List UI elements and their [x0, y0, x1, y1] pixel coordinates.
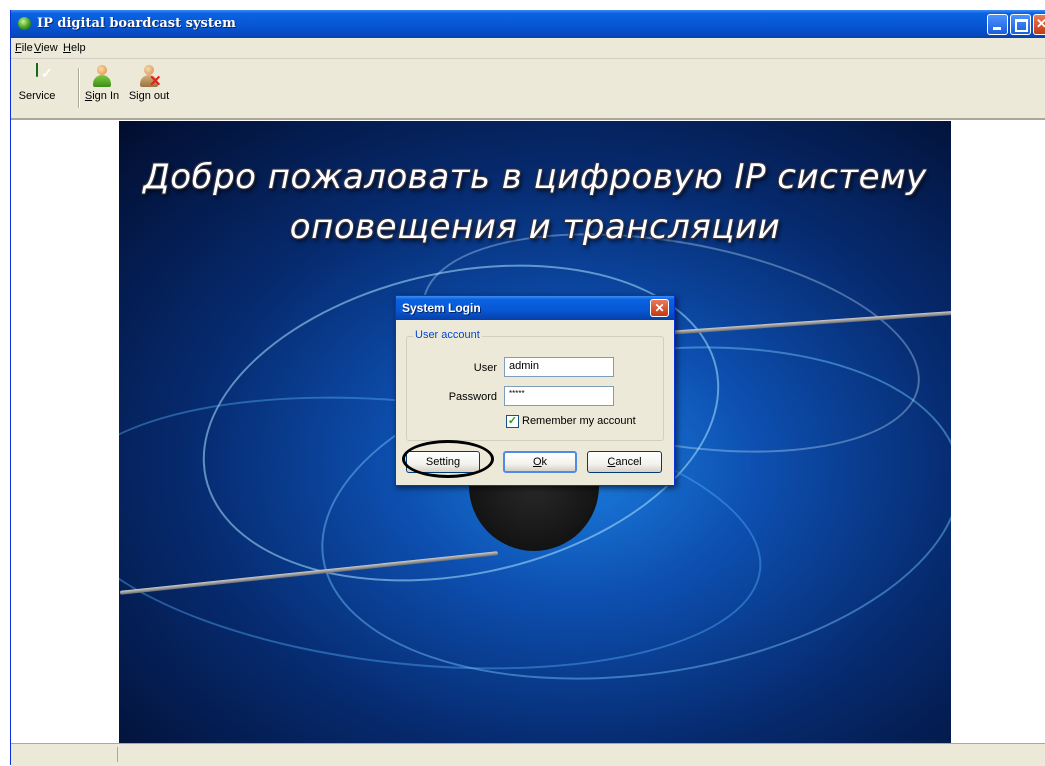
ok-button[interactable]: Ok — [503, 451, 577, 473]
close-button[interactable] — [1033, 14, 1045, 35]
group-label: User account — [413, 329, 482, 341]
title-bar[interactable]: IP digital boardcast system — [11, 10, 1045, 38]
user-label: User — [473, 362, 497, 374]
dialog-close-button[interactable]: ✕ — [650, 299, 669, 317]
window-title: IP digital boardcast system — [37, 16, 236, 31]
user-remove-icon: ✕ — [137, 64, 162, 89]
sign-out-button[interactable]: ✕ Sign out — [124, 64, 174, 102]
menu-help[interactable]: Help — [63, 42, 86, 54]
maximize-button[interactable] — [1010, 14, 1031, 35]
app-icon — [18, 17, 31, 30]
service-label: Service — [18, 90, 56, 102]
welcome-line-2: оповещения и трансляции — [289, 207, 781, 247]
dialog-title: System Login — [402, 301, 481, 315]
sign-out-label: Sign out — [128, 90, 170, 102]
password-input[interactable]: ***** — [504, 386, 614, 406]
cancel-button[interactable]: Cancel — [587, 451, 662, 473]
password-label: Password — [448, 391, 497, 403]
user-input[interactable]: admin — [504, 357, 614, 377]
sign-in-label: Sign In — [84, 90, 120, 102]
menu-bar: File View Help — [11, 38, 1045, 59]
status-bar — [11, 743, 1045, 766]
toolbar: Service Sign In ✕ Sign out — [11, 60, 1045, 119]
sign-in-button[interactable]: Sign In — [82, 64, 122, 102]
highlight-oval — [402, 440, 494, 478]
status-pane — [13, 747, 118, 762]
service-button[interactable]: Service — [15, 63, 59, 102]
menu-view[interactable]: View — [34, 42, 58, 54]
user-icon — [90, 64, 114, 88]
remember-label: Remember my account — [522, 415, 636, 427]
toolbar-separator — [78, 68, 80, 108]
minimize-button[interactable] — [987, 14, 1008, 35]
dialog-title-bar[interactable]: System Login ✕ — [396, 296, 674, 320]
menu-file[interactable]: File — [15, 42, 33, 54]
remember-checkbox[interactable]: ✓ — [506, 415, 519, 428]
welcome-line-1: Добро пожаловать в цифровую IP систему — [143, 157, 927, 197]
shield-icon — [25, 63, 49, 88]
